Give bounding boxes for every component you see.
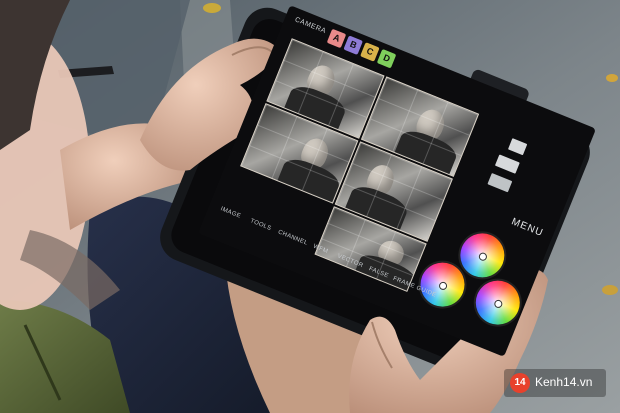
logo-icon: 14: [510, 373, 530, 393]
camera-c-button[interactable]: C: [360, 42, 380, 62]
watermark-text: Kenh14.vn: [535, 375, 593, 389]
menu-button[interactable]: MENU: [510, 216, 545, 239]
camera-d-button[interactable]: D: [376, 48, 397, 69]
camera-a-button[interactable]: A: [326, 28, 347, 49]
grid-toggle-button[interactable]: [487, 172, 513, 193]
view-toggle-button[interactable]: [507, 138, 528, 156]
camera-label: CAMERA: [293, 16, 327, 36]
photo-scene: CAMERA A B C D MENU IMAGE TOOLS CHANNEL …: [0, 0, 620, 413]
wheel-handle[interactable]: [437, 280, 449, 292]
layout-toggle-button[interactable]: [494, 154, 520, 174]
camera-b-button[interactable]: B: [343, 35, 363, 55]
toolbar-item-channel[interactable]: CHANNEL: [277, 229, 308, 246]
site-watermark: 14 Kenh14.vn: [504, 369, 606, 397]
wheel-handle[interactable]: [493, 298, 504, 310]
toolbar-item-image[interactable]: IMAGE: [220, 206, 242, 220]
wheel-handle[interactable]: [477, 251, 489, 262]
toolbar-item-tools[interactable]: TOOLS: [249, 218, 272, 232]
